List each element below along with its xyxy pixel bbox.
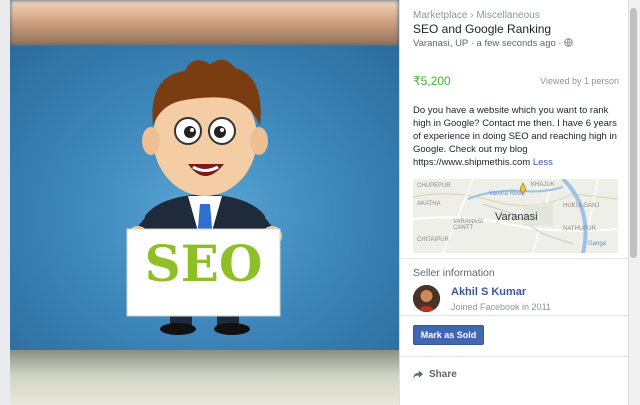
- seller-joined: Joined Facebook in 2011: [451, 302, 551, 312]
- listing-location: Varanasi, UP · a few seconds ago ·: [413, 38, 574, 49]
- seller-heading: Seller information: [413, 267, 495, 279]
- share-icon: [413, 370, 423, 379]
- avatar[interactable]: [413, 285, 440, 312]
- map-label: NATHUPUR: [563, 226, 596, 232]
- globe-icon: [564, 38, 574, 47]
- listing-description: Do you have a website which you want to …: [413, 104, 618, 169]
- map-label: HUKULGANJ: [563, 203, 600, 209]
- listing-title: SEO and Google Ranking: [413, 22, 552, 36]
- section-divider: [400, 356, 629, 357]
- map-city-label: Varanasi: [495, 211, 538, 223]
- map-label: CHITAIPUR: [417, 237, 449, 243]
- sign-text: SEO: [144, 234, 263, 293]
- listing-photo[interactable]: SEO: [10, 0, 399, 405]
- breadcrumb[interactable]: Marketplace › Miscellaneous: [413, 10, 540, 21]
- photo-blur-top: [10, 0, 399, 46]
- less-link[interactable]: Less: [533, 157, 553, 168]
- section-divider: [400, 258, 629, 259]
- listing-price: ₹5,200: [413, 74, 451, 88]
- seller-name-link[interactable]: Akhil S Kumar: [451, 286, 526, 298]
- share-button[interactable]: Share: [413, 369, 457, 380]
- map-label: VARANASI CANTT: [453, 219, 483, 231]
- map-label: AKATHA: [417, 201, 441, 207]
- photo-blur-bottom: [10, 350, 399, 405]
- cartoon-illustration: [126, 59, 282, 335]
- map-label: Ganga: [588, 241, 607, 247]
- avatar-photo: [413, 285, 440, 312]
- share-label: Share: [429, 369, 457, 380]
- view-count: Viewed by 1 person: [540, 76, 619, 86]
- section-divider: [400, 315, 629, 316]
- listing-details-panel: Marketplace › Miscellaneous SEO and Goog…: [399, 0, 629, 405]
- map-label: Varuna River: [489, 191, 524, 197]
- location-text: Varanasi, UP · a few seconds ago ·: [413, 38, 562, 49]
- map-label: KHAJUK: [531, 182, 555, 188]
- map-label: CHUPEPUR: [417, 183, 451, 189]
- location-map[interactable]: Varanasi CHUPEPUR AKATHA Varuna River KH…: [413, 179, 618, 253]
- mark-as-sold-button[interactable]: Mark as Sold: [413, 325, 484, 345]
- description-text: Do you have a website which you want to …: [413, 105, 617, 168]
- seo-cartoon-image: SEO: [10, 46, 399, 350]
- scrollbar-thumb[interactable]: [630, 8, 637, 258]
